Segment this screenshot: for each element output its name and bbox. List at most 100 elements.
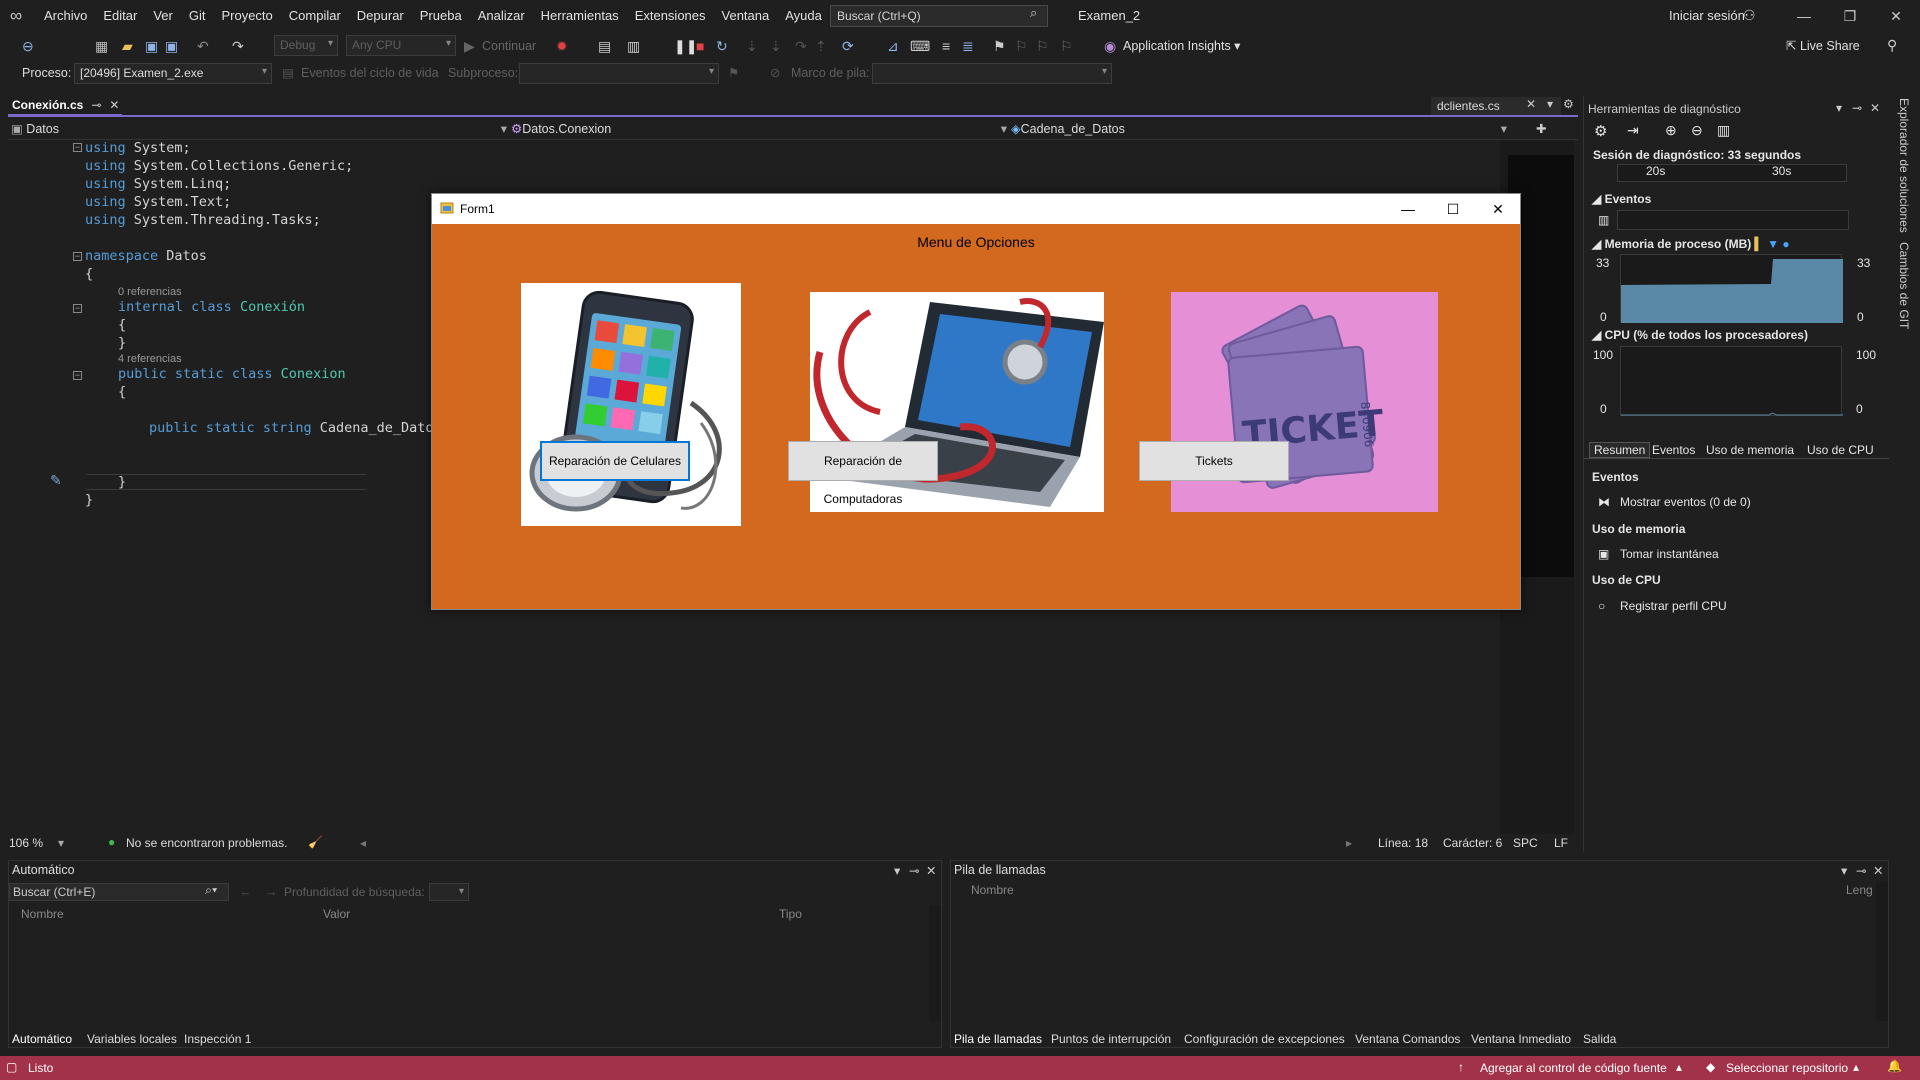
computadoras-button[interactable]: Reparación de Computadoras	[788, 441, 938, 506]
split-editor-icon[interactable]: ✚	[1536, 120, 1546, 138]
save-all-icon[interactable]: ▣	[165, 36, 178, 56]
settings-icon[interactable]: ⚙	[1594, 122, 1607, 140]
chevron-down-icon[interactable]: ▾	[58, 836, 64, 850]
tab-eventos[interactable]: Eventos	[1652, 443, 1695, 457]
layout-icon[interactable]: ▥	[627, 36, 640, 56]
continue-icon[interactable]: ▶	[464, 36, 475, 56]
pause-events-icon[interactable]: ▥	[1598, 213, 1609, 227]
live-share-button[interactable]: ⇱ Live Share	[1786, 32, 1860, 60]
redo-icon[interactable]: ↷	[232, 36, 244, 56]
search-depth-select[interactable]	[429, 883, 469, 901]
member-dropdown[interactable]: ◈Cadena_de_Datos ▾	[1011, 120, 1507, 138]
step-into-icon[interactable]: ⇣	[770, 36, 782, 56]
collapse-icon[interactable]: −	[73, 371, 82, 380]
visual-studio-logo-icon[interactable]: ∞	[10, 7, 32, 25]
tab-conexion-cs[interactable]: Conexión.cs ⊸ ✕	[8, 96, 122, 116]
pause-icon[interactable]: ❚❚	[674, 36, 697, 56]
project-dropdown[interactable]: ▣ Datos ▾	[11, 120, 507, 138]
reset-view-icon[interactable]: ▥	[1717, 122, 1730, 139]
notifications-icon[interactable]: 🔔	[1887, 1059, 1902, 1073]
collapse-triangle-icon[interactable]: ◢	[1592, 328, 1605, 342]
bookmark-icon[interactable]: ⚑	[993, 36, 1006, 56]
menu-ver[interactable]: Ver	[145, 0, 181, 32]
references-codelens[interactable]: 0 referencias	[118, 286, 182, 298]
type-dropdown[interactable]: ⚙Datos.Conexion ▾	[511, 120, 1007, 138]
cpu-graph[interactable]	[1620, 346, 1843, 416]
restore-icon[interactable]: ❐	[1827, 0, 1873, 32]
back-arrow-icon[interactable]: ←	[239, 885, 252, 899]
line-ending-indicator[interactable]: LF	[1554, 836, 1568, 850]
pin-icon[interactable]: ⊸	[1852, 101, 1862, 115]
panel-menu-icon[interactable]: ▾	[1836, 101, 1842, 115]
tab-salida[interactable]: Salida	[1583, 1032, 1616, 1046]
close-icon[interactable]: ✕	[1873, 0, 1919, 32]
continue-button[interactable]: Continuar	[482, 36, 536, 56]
close-icon[interactable]: ✕	[1870, 101, 1880, 115]
memory-graph[interactable]	[1620, 254, 1843, 323]
autos-scrollbar[interactable]	[929, 905, 941, 1021]
prev-bookmark-icon[interactable]: ⚐	[1015, 36, 1028, 56]
platform-select[interactable]: Any CPU	[346, 35, 456, 56]
stop-icon[interactable]: ■	[696, 36, 704, 56]
menu-git[interactable]: Git	[181, 0, 214, 32]
flag-thread-icon[interactable]: ⚑	[728, 60, 739, 86]
sign-in-link[interactable]: Iniciar sesión	[1669, 0, 1745, 32]
column-header[interactable]: Nombre	[21, 907, 64, 921]
collapse-icon[interactable]: −	[73, 304, 82, 313]
tab-list-icon[interactable]: ▾	[1547, 97, 1553, 111]
add-source-control-button[interactable]: Agregar al control de código fuente	[1480, 1061, 1667, 1075]
zoom-in-icon[interactable]: ⊕	[1665, 122, 1677, 139]
tab-config-excepciones[interactable]: Configuración de excepciones	[1184, 1032, 1345, 1046]
form-close-icon[interactable]: ✕	[1476, 194, 1520, 224]
menu-depurar[interactable]: Depurar	[349, 0, 412, 32]
debug-targets-icon[interactable]: ⟳	[842, 36, 854, 56]
menu-ayuda[interactable]: Ayuda	[777, 0, 830, 32]
stack-frame-select[interactable]	[872, 63, 1112, 84]
tab-resumen[interactable]: Resumen	[1589, 442, 1651, 458]
tab-variables-locales[interactable]: Variables locales	[87, 1032, 177, 1046]
zoom-out-icon[interactable]: ⊖	[1691, 122, 1703, 139]
close-icon[interactable]: ✕	[926, 863, 936, 878]
celulares-button[interactable]: Reparación de Celulares	[540, 441, 690, 481]
collapse-triangle-icon[interactable]: ◢	[1592, 237, 1605, 251]
menu-analizar[interactable]: Analizar	[470, 0, 533, 32]
tab-uso-memoria[interactable]: Uso de memoria	[1706, 443, 1794, 457]
global-search-input[interactable]: Buscar (Ctrl+Q)	[830, 5, 1048, 27]
tab-ventana-comandos[interactable]: Ventana Comandos	[1355, 1032, 1460, 1046]
search-icon[interactable]: ⌕▾	[205, 883, 217, 898]
edit-pencil-icon[interactable]: ✎	[50, 472, 62, 489]
tab-dclientes-cs[interactable]: dclientes.cs	[1431, 97, 1561, 115]
tab-close-icon[interactable]: ✕	[109, 98, 119, 112]
column-header[interactable]: Tipo	[779, 907, 802, 921]
menu-extensiones[interactable]: Extensiones	[627, 0, 714, 32]
git-changes-tab[interactable]: Cambios de GIT	[1897, 242, 1911, 329]
feedback-icon[interactable]: ⚲	[1887, 37, 1897, 54]
form-maximize-icon[interactable]: ☐	[1431, 194, 1475, 224]
process-select[interactable]: [20496] Examen_2.exe	[74, 63, 272, 84]
scroll-left-icon[interactable]: ◂	[360, 836, 366, 850]
menu-editar[interactable]: Editar	[95, 0, 145, 32]
application-insights-button[interactable]: Application Insights ▾	[1105, 32, 1240, 60]
forward-arrow-icon[interactable]: →	[265, 885, 278, 899]
cleanup-icon[interactable]: 🧹	[308, 835, 323, 849]
thread-select[interactable]	[519, 63, 719, 84]
pin-icon[interactable]: ⊸	[909, 863, 919, 878]
tab-pila-llamadas[interactable]: Pila de llamadas	[954, 1032, 1042, 1046]
restart-icon[interactable]: ↻	[716, 36, 728, 56]
collapse-icon[interactable]: −	[73, 252, 82, 261]
form-minimize-icon[interactable]: —	[1386, 194, 1430, 224]
next-bookmark-icon[interactable]: ⚐	[1036, 36, 1049, 56]
line-indicator[interactable]: Línea: 18	[1378, 836, 1428, 850]
form1-titlebar[interactable]: Form1 — ☐ ✕	[432, 194, 1520, 224]
autos-search-input[interactable]: Buscar (Ctrl+E)	[9, 883, 229, 901]
show-next-statement-icon[interactable]: ⇣	[746, 36, 758, 56]
panel-menu-icon[interactable]: ▾	[1841, 863, 1847, 878]
search-icon[interactable]: ⌕	[1030, 5, 1037, 21]
char-indicator[interactable]: Carácter: 6	[1443, 836, 1502, 850]
take-snapshot-button[interactable]: Tomar instantánea	[1620, 547, 1719, 561]
solution-explorer-tab[interactable]: Explorador de soluciones	[1897, 98, 1911, 233]
step-over-icon[interactable]: ↷	[795, 36, 807, 56]
tab-inspeccion-1[interactable]: Inspección 1	[184, 1032, 251, 1046]
collapse-triangle-icon[interactable]: ◢	[1592, 192, 1605, 206]
events-track[interactable]	[1617, 210, 1849, 230]
